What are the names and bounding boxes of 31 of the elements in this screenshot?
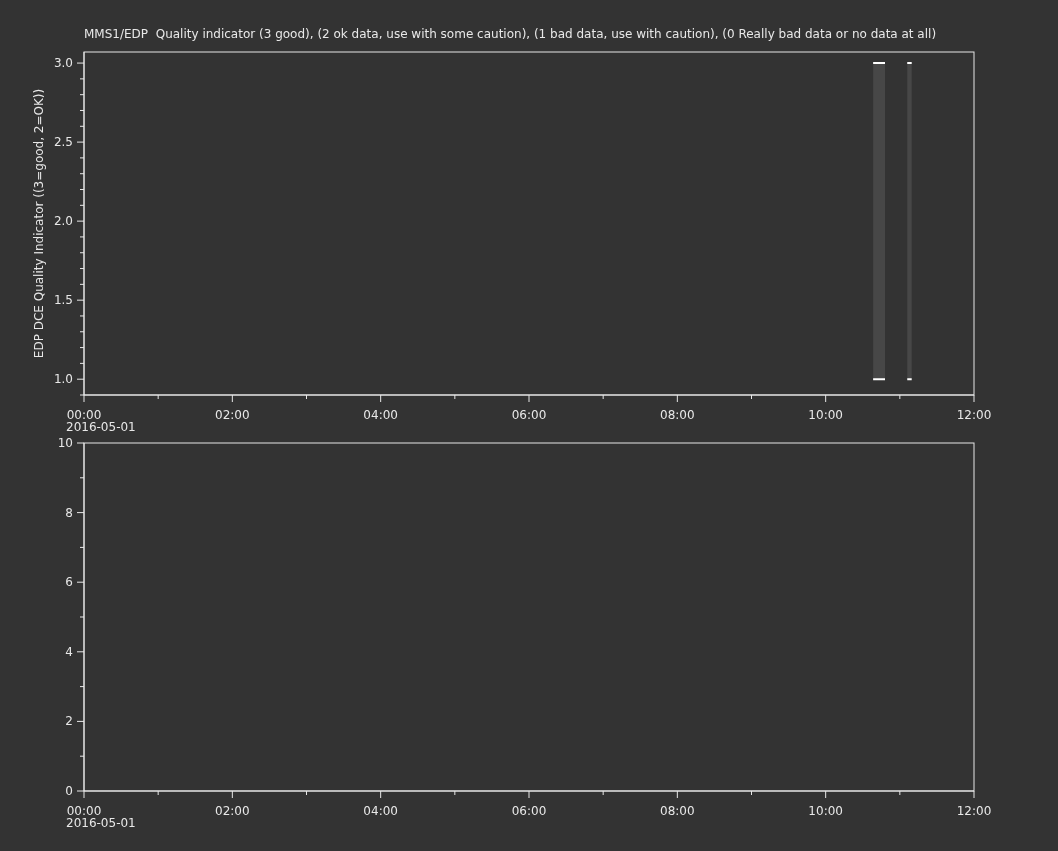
y-tick-label: 4 <box>65 644 73 659</box>
y-axis-label: EDP DCE Quality Indicator ((3=good, 2=OK)) <box>32 88 46 359</box>
y-tick-label: 2.0 <box>53 214 73 229</box>
x-tick-label: 10:00 <box>808 408 843 422</box>
x-tick-label: 12:00 <box>956 804 992 818</box>
y-tick-label: 1.0 <box>53 372 73 387</box>
x-tick-label: 04:00 <box>363 408 398 422</box>
x-tick-label: 04:00 <box>363 804 398 818</box>
y-tick-label: 2 <box>65 714 73 729</box>
x-tick-label: 08:00 <box>660 408 695 422</box>
y-tick-label: 1.5 <box>53 293 73 308</box>
x-tick-label: 02:00 <box>215 408 250 422</box>
x-tick-label: 08:00 <box>660 804 695 818</box>
x-tick-label: 00:00 <box>66 408 102 422</box>
y-tick-label: 0 <box>65 784 73 798</box>
y-tick-label: 10 <box>57 437 73 450</box>
x-tick-label: 00:00 <box>66 804 102 818</box>
x-tick-label: 10:00 <box>808 804 843 818</box>
y-tick-label: 8 <box>65 505 73 520</box>
y-tick-label: 2.5 <box>53 135 73 150</box>
upper-bound-line <box>872 62 913 65</box>
x-tick-label: 02:00 <box>215 804 250 818</box>
x-tick-label: 06:00 <box>511 408 547 422</box>
y-tick-label: 6 <box>65 575 73 590</box>
date-label: 2016-05-01 <box>66 420 136 434</box>
y-tick-label: 3.0 <box>53 56 73 71</box>
date-label: 2016-05-01 <box>66 816 136 830</box>
x-tick-label: 12:00 <box>956 408 992 422</box>
chart-title: MMS1/EDP Quality indicator (3 good), (2 ok data, use with some caution), (1 bad data, use with caution), (0 Really bad data or no data at all) <box>84 27 937 41</box>
lower-bound-line <box>872 378 913 381</box>
x-tick-label: 06:00 <box>511 804 547 818</box>
